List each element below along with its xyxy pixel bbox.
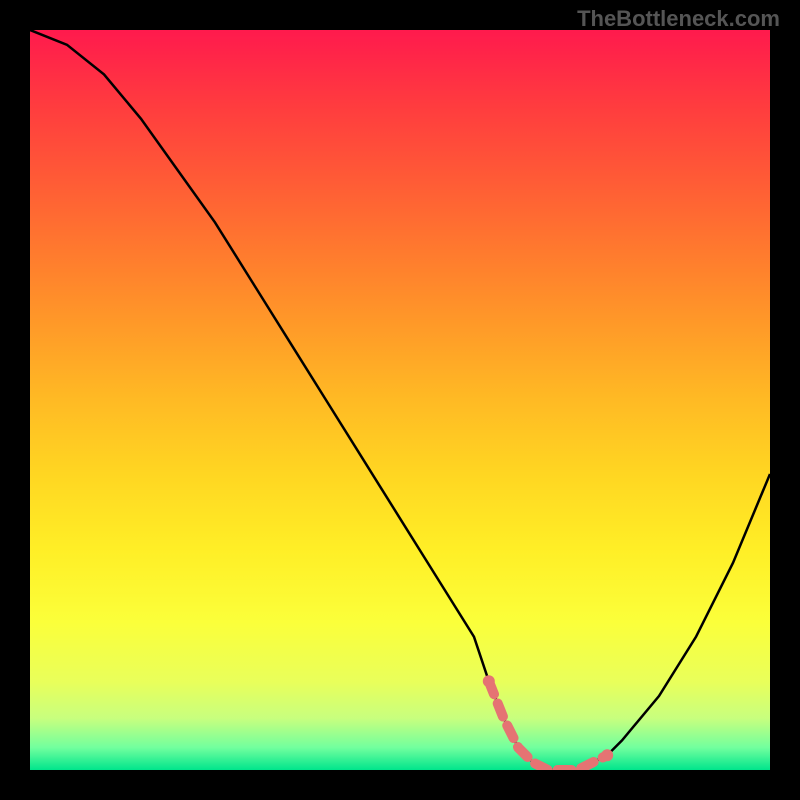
bottleneck-curve: [30, 30, 770, 770]
chart-svg: [30, 30, 770, 770]
watermark-text: TheBottleneck.com: [577, 6, 780, 32]
optimal-range-markers: [483, 675, 613, 770]
optimal-range-endpoint: [601, 749, 613, 761]
optimal-range-endpoint: [483, 675, 495, 687]
optimal-range-line: [489, 681, 607, 770]
chart-plot-area: [30, 30, 770, 770]
